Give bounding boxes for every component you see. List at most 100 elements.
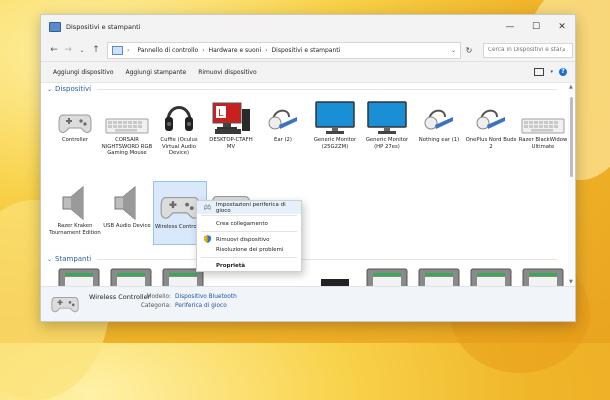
keyboard-icon — [521, 118, 565, 134]
menu-separator — [201, 231, 297, 232]
menu-item-label: Crea collegamento — [216, 220, 268, 227]
add-printer-button[interactable]: Aggiungi stampante — [126, 69, 187, 76]
shield-icon — [203, 234, 212, 245]
earpiece-icon — [424, 109, 453, 130]
device-label: Generic Monitor (25G2ZM) — [313, 137, 357, 150]
device-label: Nothing ear (1) — [418, 137, 460, 143]
model-label: Modello: — [146, 294, 171, 300]
menu-item-label: Impostazioni periferica di gioco — [215, 201, 286, 214]
breadcrumb-control-panel[interactable]: Pannello di controllo — [137, 47, 198, 54]
device-label: USB Audio Device — [103, 223, 151, 229]
search-input[interactable] — [488, 47, 562, 53]
address-bar[interactable]: › Pannello di controllo › Hardware e suo… — [107, 41, 461, 59]
device-controller[interactable]: Controller — [49, 97, 101, 144]
gamepad-small-icon: 🎮︎ — [203, 204, 212, 211]
address-row: ← → ⌄ ↑ › Pannello di controllo › Hardwa… — [41, 39, 575, 62]
device-label: OnePlus Nord Buds 2 — [465, 137, 517, 150]
printers-section-header[interactable]: ⌄ Stampanti — [47, 255, 558, 263]
collapse-chevron-icon[interactable]: ⌄ — [47, 256, 52, 263]
gamepad-icon — [51, 297, 79, 313]
devices-printers-icon — [49, 22, 61, 32]
search-icon[interactable]: ⌕ — [562, 46, 566, 55]
devices-and-printers-window: Dispositivi e stampanti — ☐ ✕ ← → ⌄ ↑ › … — [40, 14, 576, 322]
device-razer-blackwidow[interactable]: Razer BlackWidow Ultimate — [517, 97, 569, 150]
device-list-area: ⌄ Dispositivi Controller CORSAIR NIGHTSW… — [41, 83, 568, 286]
device-razer-kraken[interactable]: Razer Kraken Tournament Edition — [49, 183, 101, 236]
device-label: Razer Kraken Tournament Edition — [49, 223, 101, 236]
svg-text:L: L — [218, 108, 224, 119]
device-label: CORSAIR NIGHTSWORD RGB Gaming Mouse — [101, 137, 153, 156]
menu-item-label: Proprietà — [216, 262, 246, 269]
device-oculus-headphones[interactable]: Cuffie (Oculus Virtual Audio Device) — [153, 97, 205, 157]
title-bar: Dispositivi e stampanti — ☐ ✕ — [41, 15, 575, 39]
change-view-icon[interactable] — [534, 68, 545, 76]
speaker-icon — [62, 185, 84, 221]
earpiece-icon — [476, 109, 505, 130]
collapse-chevron-icon[interactable]: ⌄ — [47, 86, 52, 93]
remove-device-button[interactable]: Rimuovi dispositivo — [198, 69, 256, 76]
breadcrumb-devices-printers[interactable]: Dispositivi e stampanti — [272, 47, 341, 54]
devices-section-header[interactable]: ⌄ Dispositivi — [47, 85, 558, 93]
device-label: DESKTOP-CTAFH MV — [209, 137, 253, 150]
menu-separator — [201, 215, 297, 216]
device-corsair-mouse[interactable]: CORSAIR NIGHTSWORD RGB Gaming Mouse — [101, 97, 153, 157]
device-desktop[interactable]: L DESKTOP-CTAFH MV — [205, 97, 257, 150]
printers-list — [51, 263, 571, 286]
vertical-scrollbar[interactable]: ▲ ▼ — [568, 83, 575, 286]
monitor-icon — [367, 101, 407, 134]
breadcrumb-hardware-sound[interactable]: Hardware e suoni — [209, 47, 262, 54]
help-icon[interactable]: ? — [559, 68, 567, 76]
menu-troubleshoot[interactable]: Risoluzione dei problemi — [197, 243, 301, 256]
device-monitor-25g2zm[interactable]: Generic Monitor (25G2ZM) — [309, 97, 361, 150]
device-label: Razer BlackWidow Ultimate — [518, 137, 568, 150]
devices-section-title: Dispositivi — [55, 85, 92, 93]
menu-properties[interactable]: Proprietà — [197, 259, 301, 272]
menu-item-label: Risoluzione dei problemi — [216, 246, 284, 253]
minimize-button[interactable]: — — [497, 15, 523, 39]
device-label: Controller — [61, 137, 89, 143]
device-nothing-ear[interactable]: Nothing ear (1) — [413, 97, 465, 144]
details-pane: Wireless Controller Modello: Dispositivo… — [41, 286, 575, 321]
menu-item-label: Rimuovi dispositivo — [216, 236, 270, 243]
gamepad-icon — [160, 197, 200, 219]
view-dropdown-icon[interactable]: ▾ — [550, 69, 553, 75]
printers-section-title: Stampanti — [55, 255, 92, 263]
command-bar: Aggiungi dispositivo Aggiungi stampante … — [41, 62, 575, 83]
printer-icons — [58, 268, 564, 286]
device-label: Cuffie (Oculus Virtual Audio Device) — [160, 137, 198, 156]
scroll-thumb[interactable] — [570, 97, 573, 177]
menu-create-shortcut[interactable]: Crea collegamento — [197, 217, 301, 230]
scroll-down-icon[interactable]: ▼ — [569, 279, 573, 285]
model-value: Dispositivo Bluetooth — [175, 294, 237, 300]
maximize-button[interactable]: ☐ — [523, 15, 549, 39]
refresh-icon[interactable]: ↻ — [461, 46, 477, 55]
category-value: Periferica di gioco — [175, 303, 227, 309]
add-device-button[interactable]: Aggiungi dispositivo — [53, 69, 114, 76]
computer-icon: L — [212, 102, 250, 134]
forward-arrow-icon[interactable]: → — [61, 45, 75, 55]
back-arrow-icon[interactable]: ← — [47, 45, 61, 55]
scroll-up-icon[interactable]: ▲ — [569, 84, 573, 90]
menu-separator — [201, 257, 297, 258]
speaker-icon — [114, 185, 136, 221]
device-ear-2[interactable]: Ear (2) — [257, 97, 309, 144]
window-title: Dispositivi e stampanti — [66, 23, 141, 31]
recent-locations-chevron-icon[interactable]: ⌄ — [75, 47, 89, 54]
up-arrow-icon[interactable]: ↑ — [89, 45, 103, 55]
device-monitor-hp27es[interactable]: Generic Monitor (HP 27es) — [361, 97, 413, 150]
device-usb-audio[interactable]: USB Audio Device — [101, 183, 153, 230]
menu-game-controller-settings[interactable]: 🎮︎ Impostazioni periferica di gioco — [197, 201, 301, 214]
device-label: Ear (2) — [274, 137, 292, 143]
context-menu: 🎮︎ Impostazioni periferica di gioco Crea… — [196, 200, 302, 272]
address-dropdown-icon[interactable]: ⌄ — [451, 47, 456, 54]
keyboard-icon — [105, 118, 149, 134]
close-button[interactable]: ✕ — [549, 15, 575, 39]
control-panel-icon — [112, 45, 123, 55]
device-label: Generic Monitor (HP 27es) — [365, 137, 409, 150]
monitor-icon — [315, 101, 355, 134]
device-oneplus-buds[interactable]: OnePlus Nord Buds 2 — [465, 97, 517, 150]
gamepad-icon — [58, 114, 92, 133]
search-box[interactable]: ⌕ — [483, 42, 573, 58]
category-label: Categoria: — [140, 303, 171, 309]
headphones-icon — [165, 106, 193, 131]
